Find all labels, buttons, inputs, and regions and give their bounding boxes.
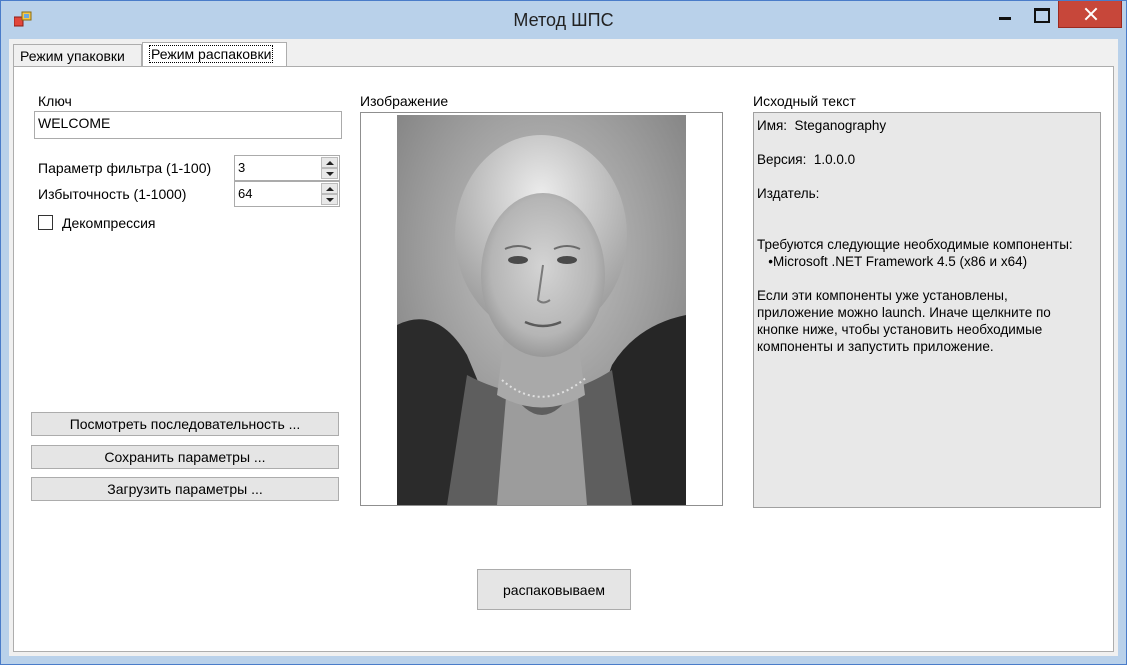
source-text-box[interactable]: Имя: Steganography Версия: 1.0.0.0 Издат…: [753, 112, 1101, 508]
source-line: Требуются следующие необходимые компонен…: [757, 237, 1073, 252]
source-line: приложение можно launch. Иначе щелкните …: [757, 305, 1051, 320]
source-line: кнопке ниже, чтобы установить необходимы…: [757, 322, 1043, 337]
minimize-icon[interactable]: [989, 1, 1021, 31]
tab-pack-mode[interactable]: Режим упаковки: [13, 44, 142, 66]
filter-value: 3: [238, 160, 246, 175]
source-line: Имя: Steganography: [757, 118, 887, 133]
source-line: [757, 168, 1097, 185]
source-text-label: Исходный текст: [753, 93, 856, 109]
key-input[interactable]: WELCOME: [34, 111, 342, 139]
source-line: [757, 219, 1097, 236]
source-line: •Microsoft .NET Framework 4.5 (x86 и x64…: [757, 254, 1028, 269]
window-title: Метод ШПС: [513, 10, 614, 30]
spin-up-icon[interactable]: [321, 183, 338, 194]
source-line: [757, 202, 1097, 219]
decompression-label: Декомпрессия: [62, 215, 156, 231]
portrait-photo: [397, 115, 686, 505]
source-line: [757, 270, 1097, 287]
source-line: Издатель:: [757, 186, 820, 201]
redundancy-value: 64: [238, 186, 253, 201]
redundancy-label: Избыточность (1-1000): [38, 186, 187, 202]
view-sequence-button[interactable]: Посмотреть последовательность ...: [31, 412, 339, 436]
source-line: Версия: 1.0.0.0: [757, 152, 856, 167]
filter-label: Параметр фильтра (1-100): [38, 160, 212, 176]
title-bar[interactable]: Метод ШПС: [1, 1, 1126, 39]
load-params-button[interactable]: Загрузить параметры ...: [31, 477, 339, 501]
close-icon[interactable]: [1058, 1, 1122, 28]
redundancy-arrows: [321, 183, 338, 205]
tab-unpack-label: Режим распаковки: [149, 45, 274, 63]
redundancy-stepper[interactable]: 64: [234, 181, 340, 207]
spin-down-icon[interactable]: [321, 194, 338, 205]
image-box: [360, 112, 723, 506]
client-area: Режим упаковки Режим распаковки Ключ WEL…: [9, 39, 1118, 656]
source-line: компоненты и запустить приложение.: [757, 339, 994, 354]
maximize-icon[interactable]: [1025, 1, 1057, 31]
tab-unpack-mode[interactable]: Режим распаковки: [142, 42, 287, 66]
app-window: Метод ШПС Режим упаковки Режим распаковк…: [0, 0, 1127, 665]
source-line: [757, 134, 1097, 151]
decompression-checkbox[interactable]: [38, 215, 53, 230]
spin-down-icon[interactable]: [321, 168, 338, 179]
image-label: Изображение: [360, 93, 449, 109]
save-params-button[interactable]: Сохранить параметры ...: [31, 445, 339, 469]
source-line: Если эти компоненты уже установлены,: [757, 288, 1008, 303]
spin-up-icon[interactable]: [321, 157, 338, 168]
filter-arrows: [321, 157, 338, 179]
unpack-button[interactable]: распаковываем: [477, 569, 631, 610]
key-label: Ключ: [38, 93, 72, 109]
filter-stepper[interactable]: 3: [234, 155, 340, 181]
tab-page-unpack: Ключ WELCOME Параметр фильтра (1-100) 3 …: [13, 66, 1114, 652]
